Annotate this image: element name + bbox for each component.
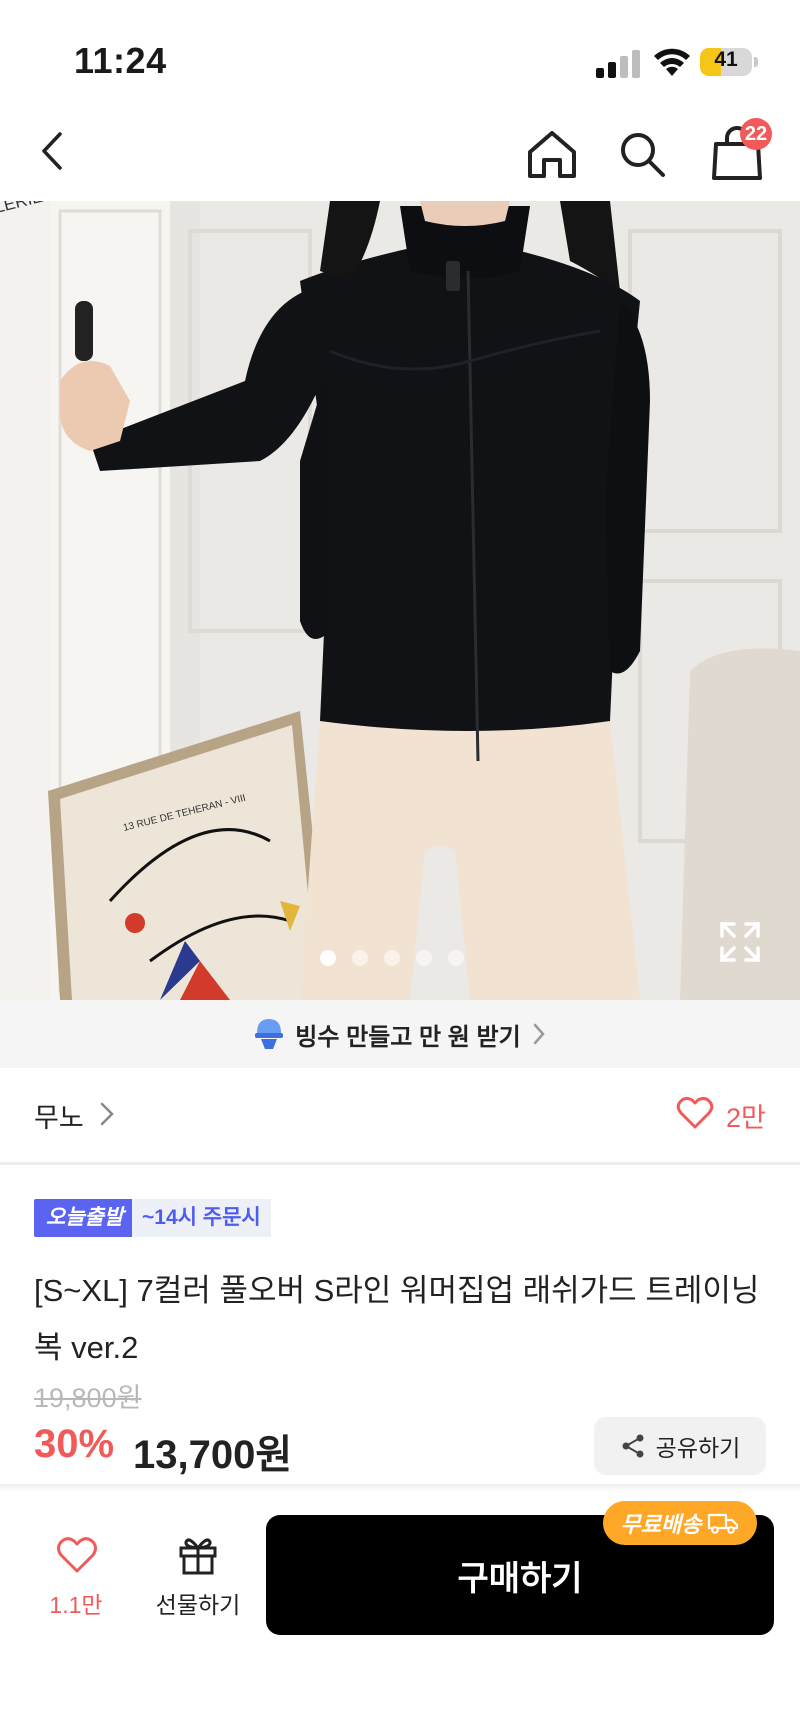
heart-outline-icon[interactable] — [676, 1096, 714, 1130]
cart-count-badge: 22 — [740, 118, 772, 150]
carousel-dot[interactable] — [320, 950, 336, 966]
cellular-signal-icon — [596, 50, 640, 78]
promo-text: 빙수 만들고 만 원 받기 — [295, 1023, 521, 1051]
chevron-right-icon — [533, 1023, 545, 1045]
shaved-ice-icon — [255, 1019, 284, 1049]
home-icon[interactable] — [524, 126, 580, 182]
discount-rate: 30% — [34, 1422, 115, 1466]
heart-outline-icon[interactable] — [56, 1536, 98, 1574]
status-time: 11:24 — [74, 40, 167, 81]
search-icon[interactable] — [616, 128, 668, 180]
promo-banner[interactable]: 빙수 만들고 만 원 받기 — [0, 1000, 800, 1068]
back-arrow-icon[interactable] — [30, 128, 76, 174]
chevron-right-icon[interactable] — [96, 1100, 118, 1128]
carousel-dot[interactable] — [448, 950, 464, 966]
product-photo: GALERIE MAEGHT 13 RUE DE TEHERAN - VIII — [0, 201, 800, 1000]
same-day-shipping-badge: 오늘출발 — [34, 1199, 136, 1237]
sale-price: 13,700원 — [133, 1433, 293, 1477]
original-price: 19,800원 — [34, 1383, 142, 1413]
carousel-dot[interactable] — [352, 950, 368, 966]
wifi-icon — [654, 48, 690, 76]
free-shipping-label: 무료배송 — [620, 1512, 702, 1537]
order-deadline-badge: ~14시 주문시 — [132, 1199, 271, 1237]
free-shipping-badge: 무료배송 — [603, 1501, 757, 1545]
fullscreen-expand-icon[interactable] — [718, 920, 762, 964]
carousel-dot[interactable] — [384, 950, 400, 966]
product-title: [S~XL] 7컬러 풀오버 S라인 워머집업 래쉬가드 트레이닝복 ver.2 — [34, 1273, 760, 1365]
carousel-indicator — [320, 950, 480, 966]
share-label: 공유하기 — [655, 1435, 741, 1461]
bottom-bar-shadow — [0, 1484, 800, 1492]
gift-icon[interactable] — [177, 1534, 219, 1576]
section-divider — [0, 1162, 800, 1165]
battery-indicator: 41 — [700, 46, 760, 78]
brand-like-count: 2만 — [726, 1103, 766, 1133]
delivery-truck-icon — [708, 1513, 739, 1534]
share-button[interactable]: 공유하기 — [594, 1417, 766, 1475]
product-image-carousel[interactable]: GALERIE MAEGHT 13 RUE DE TEHERAN - VIII — [0, 201, 800, 1000]
battery-level-text: 41 — [714, 48, 738, 71]
brand-name[interactable]: 무노 — [34, 1096, 84, 1135]
carousel-dot[interactable] — [416, 950, 432, 966]
like-count: 1.1만 — [49, 1592, 103, 1618]
share-icon — [622, 1434, 644, 1458]
gift-label: 선물하기 — [155, 1592, 241, 1618]
